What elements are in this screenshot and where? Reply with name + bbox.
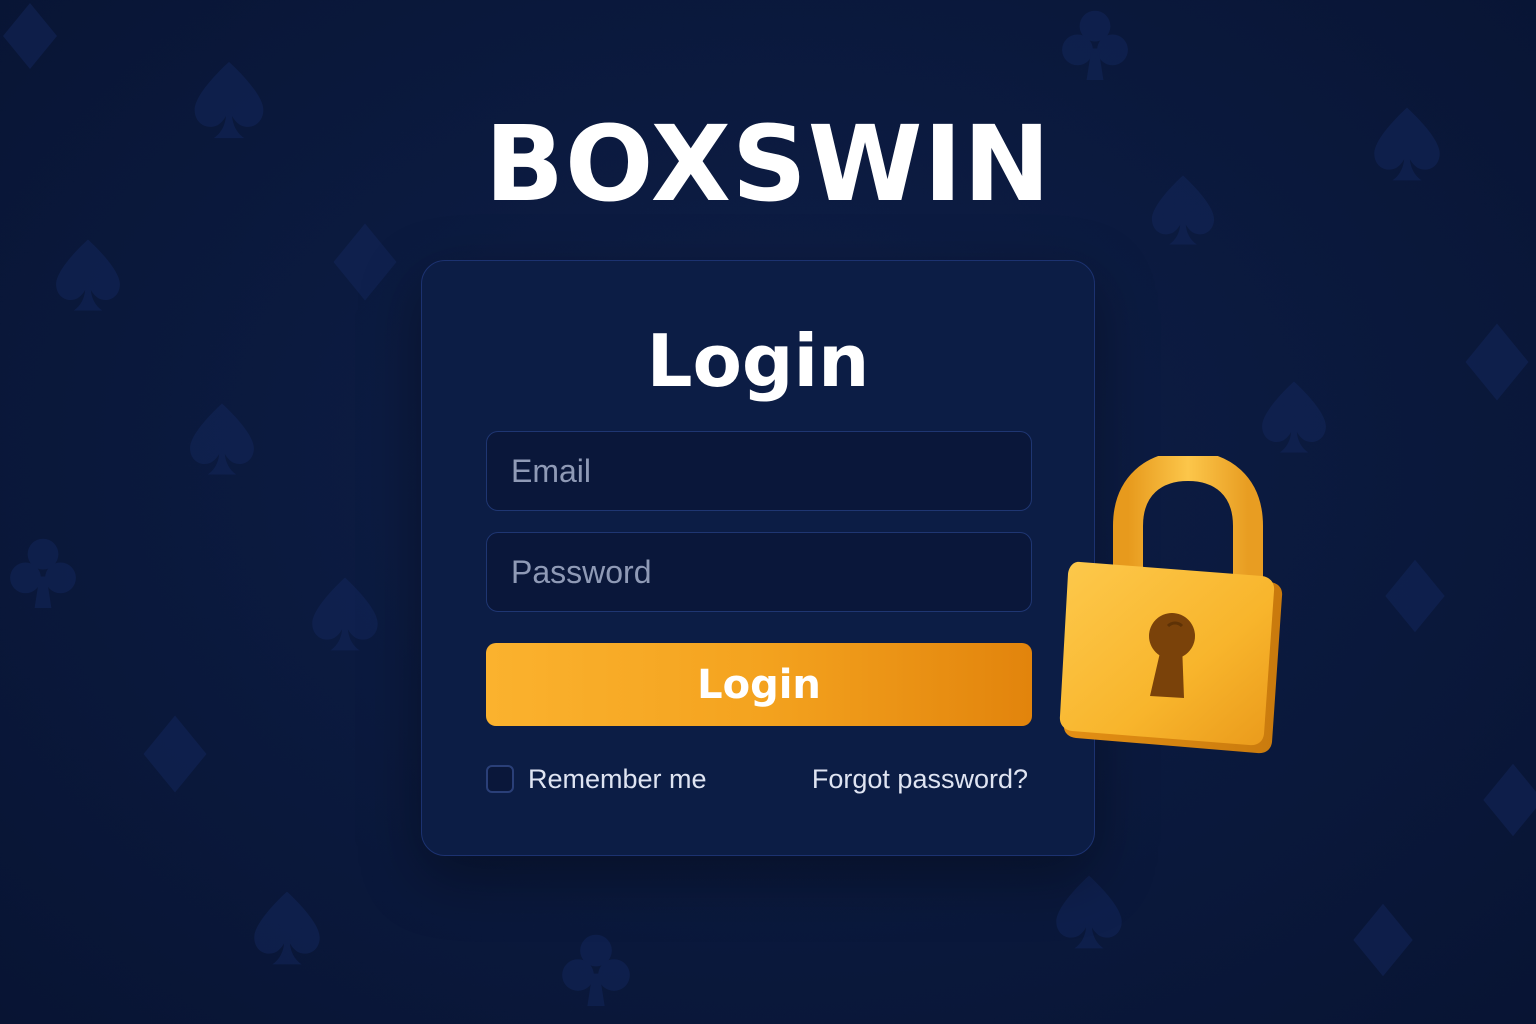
login-card: Login Login Remember me Forgot password? [421, 260, 1095, 856]
password-input[interactable] [486, 532, 1032, 612]
diamond-icon [1353, 903, 1413, 977]
email-input[interactable] [486, 431, 1032, 511]
forgot-password-link[interactable]: Forgot password? [812, 763, 1028, 795]
diamond-icon [333, 223, 397, 301]
spade-icon [312, 577, 378, 651]
diamond-icon [1465, 323, 1529, 401]
spade-icon [1262, 381, 1326, 453]
remember-me-label: Remember me [528, 763, 707, 794]
padlock-icon [1059, 456, 1283, 754]
club-icon [10, 538, 76, 608]
spade-icon [1056, 875, 1122, 949]
login-title: Login [646, 319, 870, 403]
spade-icon [190, 403, 254, 475]
spade-icon [254, 891, 320, 965]
diamond-icon [1483, 763, 1536, 837]
remember-me[interactable]: Remember me [486, 763, 707, 795]
diamond-icon [1385, 559, 1445, 633]
diamond-icon [3, 3, 57, 69]
diamond-icon [143, 715, 207, 793]
remember-me-checkbox[interactable] [486, 765, 514, 793]
login-button[interactable]: Login [486, 643, 1032, 726]
club-icon [1062, 10, 1128, 80]
brand-logo: BOXSWIN [484, 103, 1052, 225]
spade-icon [56, 239, 120, 311]
club-icon [562, 934, 630, 1006]
